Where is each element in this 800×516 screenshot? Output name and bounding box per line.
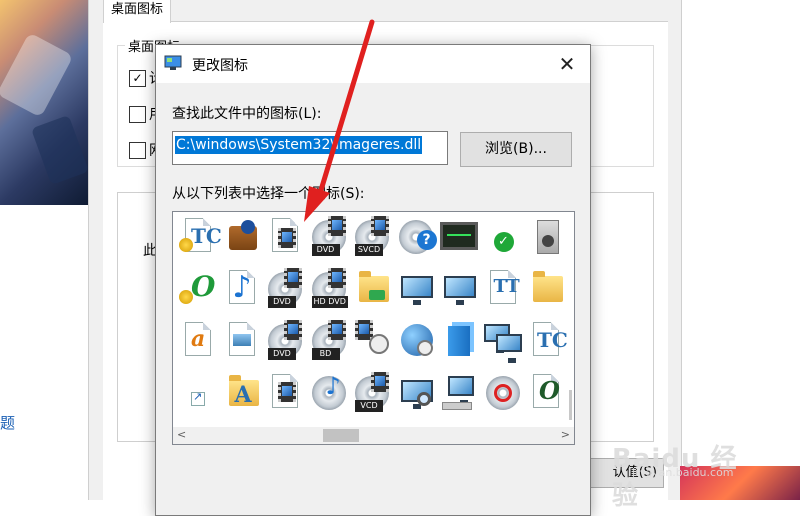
certificate-tc-icon[interactable]: TC: [177, 216, 222, 262]
baidu-watermark: Baidu 经验 jingyan.baidu.com: [612, 438, 762, 511]
font-a-file-icon[interactable]: a: [177, 320, 221, 366]
hd-dvd-disc-icon[interactable]: HD DVD: [308, 268, 352, 314]
folder-icon[interactable]: [525, 268, 569, 314]
music-file-icon[interactable]: ♪: [221, 268, 265, 314]
performance-monitor-icon[interactable]: [438, 216, 482, 262]
dvd-disc-icon[interactable]: DVD: [264, 320, 308, 366]
video-file-icon[interactable]: [264, 372, 308, 418]
tab-desktop-icons[interactable]: 桌面图标: [103, 0, 171, 23]
svcd-disc-icon[interactable]: SVCD: [351, 216, 395, 262]
partial-link[interactable]: 题: [0, 412, 15, 433]
disc-badge: HD DVD: [311, 296, 348, 308]
music-disc-icon[interactable]: ♪: [308, 372, 352, 418]
font-tc-icon[interactable]: TC: [525, 320, 569, 366]
dvd-disc-icon[interactable]: DVD: [264, 268, 308, 314]
monitor-blue-icon[interactable]: [438, 268, 482, 314]
disc-badge: SVCD: [355, 244, 383, 256]
disc-badge: DVD: [311, 244, 340, 256]
video-clock-icon[interactable]: [351, 320, 395, 366]
truetype-font-icon[interactable]: TT: [482, 268, 526, 314]
computer-keyboard-icon[interactable]: [438, 372, 482, 418]
briefcase-user-icon[interactable]: [221, 216, 265, 262]
scroll-left-icon[interactable]: <: [177, 428, 186, 441]
scroll-right-icon[interactable]: >: [561, 428, 570, 441]
desktop-wallpaper: [0, 0, 90, 205]
speaker-icon[interactable]: [525, 216, 569, 262]
change-icon-dialog: 更改图标 ✕ 查找此文件中的图标(L): C:\windows\System32…: [155, 44, 591, 516]
network-folder-icon[interactable]: [351, 268, 395, 314]
dvd-disc-icon[interactable]: DVD: [308, 216, 352, 262]
checkbox-computer[interactable]: ✓: [129, 70, 146, 87]
bluray-disc-icon[interactable]: BD: [308, 320, 352, 366]
disc-badge: BD: [311, 348, 340, 360]
dialog-app-icon: [164, 55, 182, 71]
media-file-icon[interactable]: [264, 216, 308, 262]
path-value: C:\windows\System32\imageres.dll: [175, 136, 423, 154]
scroll-thumb[interactable]: [323, 429, 359, 442]
watermark-url: jingyan.baidu.com: [632, 466, 734, 479]
icon-list[interactable]: TCDVDSVCD?✓O♪DVDHD DVDTTaDVDBDTCA♪VCDO <…: [172, 211, 575, 445]
blue-cube-icon[interactable]: [438, 320, 482, 366]
disc-badge: DVD: [268, 348, 296, 360]
disc-burn-icon[interactable]: [482, 372, 526, 418]
dialog-title: 更改图标: [192, 58, 248, 74]
select-icon-label: 从以下列表中选择一个图标(S):: [172, 186, 365, 202]
disc-badge: VCD: [355, 400, 383, 412]
network-monitors-icon[interactable]: [482, 320, 526, 366]
lookup-label: 查找此文件中的图标(L):: [172, 106, 322, 122]
close-icon: ✕: [558, 52, 576, 76]
green-check-icon[interactable]: ✓: [482, 216, 526, 262]
icon-file-path-input[interactable]: C:\windows\System32\imageres.dll: [172, 131, 448, 165]
vcd-disc-icon[interactable]: VCD: [351, 372, 395, 418]
browse-button[interactable]: 浏览(B)...: [460, 132, 572, 167]
disc-help-icon[interactable]: ?: [395, 216, 439, 262]
checkbox-user-files[interactable]: [129, 106, 146, 123]
horizontal-scrollbar[interactable]: < >: [173, 427, 574, 444]
checkbox-network[interactable]: [129, 142, 146, 159]
vertical-scroll-indicator: [569, 390, 572, 420]
font-o-file-icon[interactable]: O: [525, 372, 569, 418]
font-folder-icon[interactable]: A: [221, 372, 265, 418]
globe-clock-icon[interactable]: [395, 320, 439, 366]
search-monitor-icon[interactable]: [395, 372, 439, 418]
certificate-font-o-icon[interactable]: O: [177, 268, 221, 314]
dialog-titlebar[interactable]: 更改图标 ✕: [156, 45, 590, 83]
disc-badge: DVD: [268, 296, 296, 308]
image-file-icon[interactable]: [221, 320, 265, 366]
close-button[interactable]: ✕: [544, 45, 590, 83]
monitor-sync-icon[interactable]: [395, 268, 439, 314]
shortcut-arrow-icon[interactable]: [177, 372, 221, 418]
